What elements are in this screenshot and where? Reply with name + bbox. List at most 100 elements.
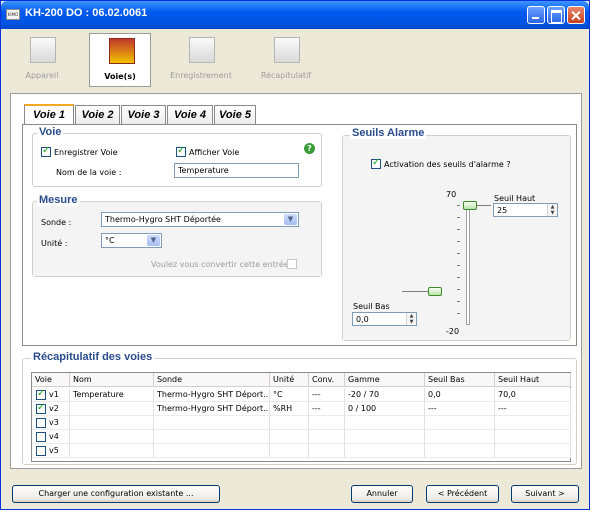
unit-label: Unité :	[41, 239, 68, 248]
next-button[interactable]: Suivant >	[511, 485, 579, 503]
unit-select-value: °C	[105, 236, 115, 245]
row-checkbox[interactable]	[36, 402, 46, 414]
title-bar[interactable]: KIMO KH-200 DO : 06.02.0061	[1, 1, 589, 29]
seuil-haut-cell: 70,0	[495, 388, 571, 402]
nom-cell	[70, 444, 154, 458]
display-voie-label: Afficher Voie	[189, 148, 240, 157]
nom-cell	[70, 416, 154, 430]
row-checkbox[interactable]	[36, 432, 46, 442]
row-checkbox[interactable]	[36, 388, 46, 400]
wizard-step-enregistrement[interactable]: Enregistrement	[170, 33, 232, 87]
seuil-haut-cell	[495, 444, 571, 458]
wizard-step-recapitulatif[interactable]: Récapitulatif	[255, 33, 317, 87]
slider-min-label: -20	[446, 327, 460, 336]
column-header[interactable]: Gamme	[345, 373, 425, 387]
wizard-step-label: Appareil	[25, 71, 59, 80]
high-threshold-input[interactable]: 25 ▲ ▼	[493, 203, 558, 217]
minimize-button[interactable]	[527, 6, 545, 24]
convert-checkbox[interactable]	[287, 259, 297, 269]
conv-cell	[309, 430, 345, 444]
voie-group	[32, 133, 322, 187]
conv-cell	[309, 444, 345, 458]
tab-voie-1[interactable]: Voie 1	[24, 104, 74, 125]
column-header[interactable]: Unité	[270, 373, 309, 387]
column-header[interactable]: Seuil Haut	[495, 373, 571, 387]
record-voie-label: Enregistrer Voie	[54, 148, 118, 157]
unite-cell: %RH	[270, 402, 309, 416]
app-icon: KIMO	[6, 9, 20, 20]
seuil-haut-cell	[495, 416, 571, 430]
tab-voie-3[interactable]: Voie 3	[121, 105, 166, 124]
channels-icon	[109, 38, 135, 64]
record-voie-checkbox[interactable]	[41, 145, 51, 157]
gamme-cell	[345, 444, 425, 458]
maximize-button[interactable]	[547, 6, 565, 24]
wizard-step-appareil[interactable]: Appareil	[11, 33, 73, 87]
seuil-haut-cell	[495, 430, 571, 444]
column-header[interactable]: Seuil Bas	[425, 373, 495, 387]
recap-table: Voie Nom Sonde Unité Conv. Gamme Seuil B…	[31, 372, 571, 462]
tab-voie-2[interactable]: Voie 2	[75, 105, 120, 124]
spin-arrows-icon[interactable]: ▲ ▼	[547, 204, 557, 216]
row-checkbox[interactable]	[36, 446, 46, 456]
tab-voie-4[interactable]: Voie 4	[167, 105, 213, 124]
column-header[interactable]: Nom	[70, 373, 154, 387]
slider-tick	[457, 265, 460, 266]
tab-voie-5[interactable]: Voie 5	[214, 105, 256, 124]
chevron-down-icon[interactable]: ▼	[284, 214, 297, 225]
unit-select[interactable]: °C ▼	[101, 233, 162, 248]
high-threshold-thumb[interactable]	[463, 201, 477, 210]
seuil-haut-cell: ---	[495, 402, 571, 416]
voie-group-title: Voie	[37, 126, 64, 138]
sonde-label: Sonde :	[41, 218, 72, 227]
recap-title: Récapitulatif des voies	[31, 351, 155, 363]
recording-clock-icon	[189, 37, 215, 63]
seuil-bas-cell	[425, 430, 495, 444]
summary-folder-icon	[274, 37, 300, 63]
gamme-cell	[345, 416, 425, 430]
slider-tick	[457, 229, 460, 230]
conv-cell: ---	[309, 402, 345, 416]
wizard-steps: Appareil Voie(s) Enregistrement Récapitu…	[7, 33, 583, 87]
help-icon[interactable]: ?	[304, 143, 315, 154]
previous-button[interactable]: < Précédent	[426, 485, 499, 503]
high-threshold-connector	[477, 205, 491, 206]
alarm-activation-checkbox[interactable]	[371, 157, 381, 169]
low-threshold-thumb[interactable]	[428, 287, 442, 296]
spin-arrows-icon[interactable]: ▲ ▼	[406, 313, 416, 325]
unite-cell	[270, 430, 309, 444]
alarm-slider-track[interactable]	[466, 201, 470, 325]
sonde-cell	[154, 430, 270, 444]
column-header[interactable]: Conv.	[309, 373, 345, 387]
display-voie-checkbox[interactable]	[176, 145, 186, 157]
row-checkbox[interactable]	[36, 418, 46, 428]
slider-tick	[457, 301, 460, 302]
chevron-down-icon[interactable]: ▼	[147, 235, 160, 246]
channel-name-label: Nom de la voie :	[56, 168, 122, 177]
slider-max-label: 70	[446, 190, 457, 199]
seuil-bas-cell	[425, 416, 495, 430]
gamme-cell: -20 / 70	[345, 388, 425, 402]
slider-tick	[457, 241, 460, 242]
close-button[interactable]	[567, 6, 585, 24]
seuil-bas-cell: ---	[425, 402, 495, 416]
nom-cell: Temperature	[70, 388, 154, 402]
low-threshold-input[interactable]: 0,0 ▲ ▼	[352, 312, 417, 326]
sonde-cell: Thermo-Hygro SHT Déport...	[154, 388, 270, 402]
slider-tick	[457, 217, 460, 218]
sonde-cell	[154, 416, 270, 430]
device-icon	[30, 37, 56, 63]
slider-tick	[457, 277, 460, 278]
column-header[interactable]: Sonde	[154, 373, 270, 387]
cancel-button[interactable]: Annuler	[351, 485, 413, 503]
wizard-step-voies[interactable]: Voie(s)	[89, 33, 151, 87]
load-config-button[interactable]: Charger une configuration existante ...	[12, 485, 220, 503]
sonde-select[interactable]: Thermo-Hygro SHT Déportée ▼	[101, 212, 299, 227]
seuil-bas-cell: 0,0	[425, 388, 495, 402]
channel-name-input[interactable]: Temperature	[174, 163, 299, 178]
sonde-cell	[154, 444, 270, 458]
seuil-bas-cell	[425, 444, 495, 458]
column-header[interactable]: Voie	[32, 373, 70, 387]
slider-tick	[457, 289, 460, 290]
unite-cell	[270, 416, 309, 430]
